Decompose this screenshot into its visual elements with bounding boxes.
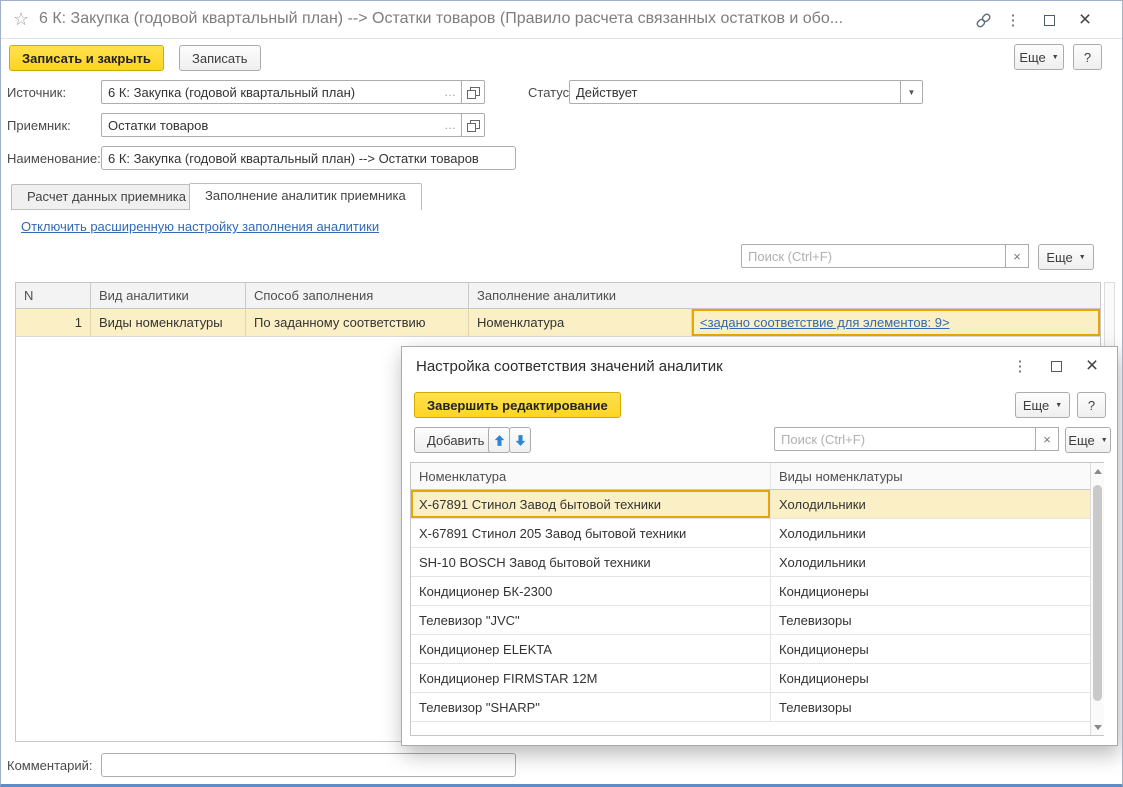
mapping-link[interactable]: <задано соответствие для элементов: 9>: [700, 315, 950, 330]
dialog-table-scrollbar[interactable]: [1090, 463, 1104, 735]
scroll-down-icon[interactable]: [1091, 721, 1104, 733]
copy-link-icon[interactable]: [972, 9, 994, 31]
analytics-table-header: N Вид аналитики Способ заполнения Заполн…: [16, 283, 1100, 309]
col-header-nomenclature[interactable]: Номенклатура: [411, 463, 771, 489]
chevron-down-icon: ▼: [1100, 436, 1108, 444]
add-button[interactable]: Добавить: [414, 427, 498, 453]
dialog-help-button[interactable]: ?: [1077, 392, 1106, 418]
mapping-table-row[interactable]: Кондиционер БК-2300 Кондиционеры: [411, 577, 1103, 606]
comment-field: [101, 753, 516, 777]
status-field: ▼: [569, 80, 923, 104]
scroll-thumb[interactable]: [1093, 485, 1102, 701]
mapping-table-row[interactable]: Кондиционер FIRMSTAR 12M Кондиционеры: [411, 664, 1103, 693]
more-button[interactable]: Еще ▼: [1014, 44, 1064, 70]
mapping-table-row[interactable]: Х-67891 Стинол 205 Завод бытовой техники…: [411, 519, 1103, 548]
dialog-search-field: ×: [774, 427, 1059, 451]
col-header-fill[interactable]: Заполнение аналитики: [469, 283, 1100, 308]
favorite-star-icon[interactable]: ☆: [13, 9, 29, 30]
mapping-table-row[interactable]: Кондиционер ELEKTA Кондиционеры: [411, 635, 1103, 664]
help-button[interactable]: ?: [1073, 44, 1102, 70]
source-input[interactable]: [102, 81, 439, 103]
mapping-table-row[interactable]: Телевизор "SHARP" Телевизоры: [411, 693, 1103, 722]
col-header-method[interactable]: Способ заполнения: [246, 283, 469, 308]
source-field: …: [101, 80, 485, 104]
mapping-table-row[interactable]: Х-67891 Стинол Завод бытовой техники Хол…: [411, 490, 1103, 519]
source-choose-icon[interactable]: …: [439, 81, 461, 103]
move-down-button[interactable]: [509, 427, 531, 453]
mapping-table-row[interactable]: SH-10 BOSCH Завод бытовой техники Холоди…: [411, 548, 1103, 577]
toggle-advanced-link[interactable]: Отключить расширенную настройку заполнен…: [21, 219, 379, 234]
menu-dots-icon[interactable]: ⋮: [1002, 9, 1024, 31]
col-header-kind[interactable]: Вид аналитики: [91, 283, 246, 308]
scroll-up-icon[interactable]: [1091, 465, 1104, 477]
source-label: Источник:: [7, 85, 67, 100]
search-input[interactable]: [742, 245, 1005, 267]
dialog-search-input[interactable]: [775, 428, 1035, 450]
receiver-label: Приемник:: [7, 118, 71, 133]
dialog-close-icon[interactable]: ×: [1081, 354, 1103, 377]
mapping-table: Номенклатура Виды номенклатуры Х-67891 С…: [410, 462, 1104, 736]
row-analytic: Номенклатура: [469, 309, 692, 336]
chevron-down-icon: ▼: [1051, 53, 1059, 61]
status-label: Статус:: [528, 85, 573, 100]
dialog-maximize-icon[interactable]: [1045, 355, 1067, 377]
name-field: [101, 146, 516, 170]
name-label: Наименование:: [7, 151, 101, 166]
dialog-search-clear-icon[interactable]: ×: [1035, 427, 1059, 451]
finish-editing-button[interactable]: Завершить редактирование: [414, 392, 621, 418]
titlebar: ☆ 6 К: Закупка (годовой квартальный план…: [1, 1, 1122, 39]
chevron-down-icon: ▼: [1055, 401, 1063, 409]
col-header-num[interactable]: N: [16, 283, 91, 308]
receiver-field: …: [101, 113, 485, 137]
status-dropdown-icon[interactable]: ▼: [900, 81, 922, 103]
table-more-button[interactable]: Еще ▼: [1038, 244, 1094, 270]
row-kind: Виды номенклатуры: [91, 309, 246, 336]
save-button[interactable]: Записать: [179, 45, 261, 71]
tab-analytics-fill[interactable]: Заполнение аналитик приемника: [189, 183, 422, 210]
search-clear-icon[interactable]: ×: [1005, 244, 1029, 268]
arrow-up-icon: [494, 434, 504, 446]
col-header-kind[interactable]: Виды номенклатуры: [771, 463, 1103, 489]
save-close-button[interactable]: Записать и закрыть: [9, 45, 164, 71]
status-input[interactable]: [570, 81, 900, 103]
tab-receiver-data[interactable]: Расчет данных приемника: [11, 184, 202, 210]
arrow-down-icon: [515, 434, 525, 446]
dialog-table-more-button[interactable]: Еще ▼: [1065, 427, 1111, 453]
close-icon[interactable]: ×: [1074, 8, 1096, 31]
row-method: По заданному соответствию: [246, 309, 469, 336]
row-mapping-cell: <задано соответствие для элементов: 9>: [692, 309, 1100, 336]
comment-label: Комментарий:: [7, 758, 93, 773]
dialog-menu-dots-icon[interactable]: ⋮: [1009, 355, 1031, 377]
receiver-input[interactable]: [102, 114, 439, 136]
mapping-dialog: Настройка соответствия значений аналитик…: [401, 346, 1118, 746]
app-window: ☆ 6 К: Закупка (годовой квартальный план…: [0, 0, 1123, 787]
mapping-table-row[interactable]: Телевизор "JVC" Телевизоры: [411, 606, 1103, 635]
receiver-open-icon[interactable]: [461, 113, 485, 137]
dialog-title: Настройка соответствия значений аналитик: [416, 358, 723, 375]
source-open-icon[interactable]: [461, 80, 485, 104]
mapping-table-header: Номенклатура Виды номенклатуры: [411, 463, 1103, 490]
window-title: 6 К: Закупка (годовой квартальный план) …: [39, 10, 844, 27]
name-input[interactable]: [102, 147, 515, 169]
dialog-more-button[interactable]: Еще ▼: [1015, 392, 1070, 418]
row-num: 1: [16, 309, 91, 336]
search-field: ×: [741, 244, 1029, 268]
chevron-down-icon: ▼: [1078, 253, 1086, 261]
move-up-button[interactable]: [488, 427, 510, 453]
comment-input[interactable]: [102, 754, 515, 776]
analytics-table-row[interactable]: 1 Виды номенклатуры По заданному соответ…: [16, 309, 1100, 337]
dialog-table-body: Х-67891 Стинол Завод бытовой техники Хол…: [411, 490, 1103, 722]
maximize-icon[interactable]: [1038, 9, 1060, 31]
receiver-choose-icon[interactable]: …: [439, 114, 461, 136]
